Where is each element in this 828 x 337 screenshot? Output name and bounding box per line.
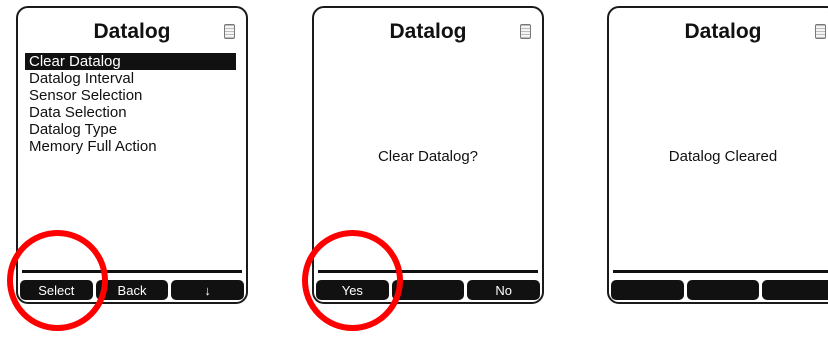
screen-title: Datalog xyxy=(93,20,171,43)
datalog-cleared-screen: Datalog Datalog Cleared xyxy=(607,6,828,304)
down-arrow-button[interactable]: ↓ xyxy=(171,280,245,300)
highlight-circle-yes xyxy=(302,230,403,331)
highlight-circle-select xyxy=(7,230,108,331)
memory-card-icon xyxy=(815,24,826,39)
blank-softkey[interactable] xyxy=(762,280,828,300)
menu-item-sensor-selection[interactable]: Sensor Selection xyxy=(25,87,236,104)
softkey-divider xyxy=(613,270,828,273)
no-button[interactable]: No xyxy=(467,280,541,300)
confirm-message: Clear Datalog? xyxy=(377,148,479,165)
datalog-menu: Clear Datalog Datalog Interval Sensor Se… xyxy=(25,53,236,155)
cleared-message: Datalog Cleared xyxy=(668,148,778,165)
softkey-bar xyxy=(611,280,828,300)
memory-card-icon xyxy=(224,24,235,39)
screen-title: Datalog xyxy=(684,20,762,43)
menu-item-clear-datalog[interactable]: Clear Datalog xyxy=(25,53,236,70)
screen-title: Datalog xyxy=(389,20,467,43)
blank-softkey[interactable] xyxy=(611,280,684,300)
menu-item-datalog-interval[interactable]: Datalog Interval xyxy=(25,70,236,87)
menu-item-data-selection[interactable]: Data Selection xyxy=(25,104,236,121)
blank-softkey[interactable] xyxy=(686,280,760,300)
menu-item-datalog-type[interactable]: Datalog Type xyxy=(25,121,236,138)
memory-card-icon xyxy=(520,24,531,39)
menu-item-memory-full-action[interactable]: Memory Full Action xyxy=(25,138,236,155)
